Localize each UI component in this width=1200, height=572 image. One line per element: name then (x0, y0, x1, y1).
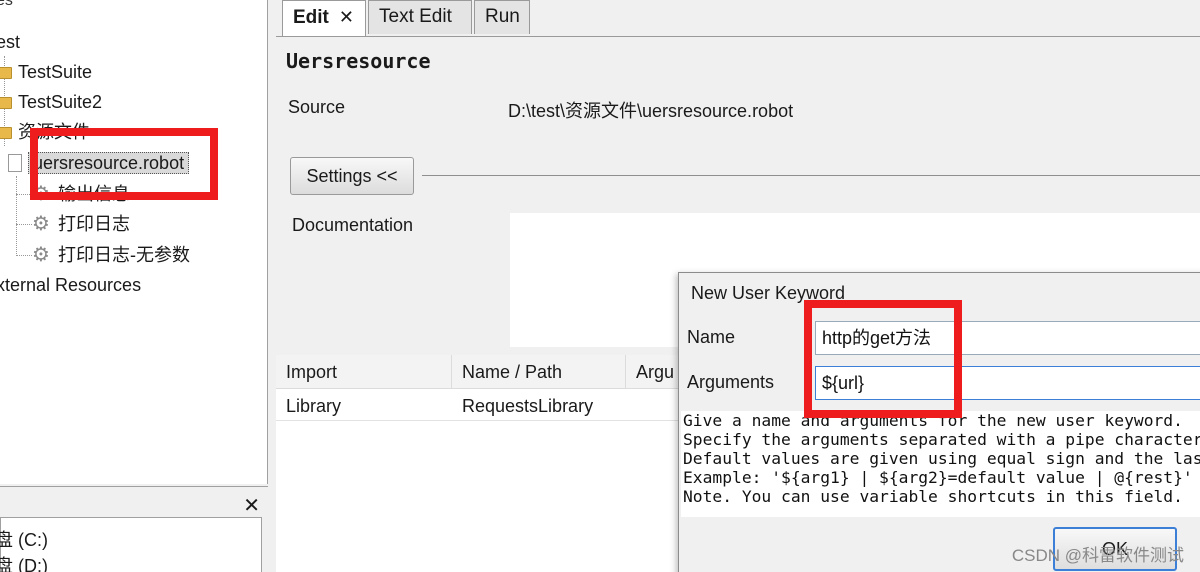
gear-icon: ⚙ (32, 244, 50, 266)
tree-item-label: 打印日志-无参数 (58, 245, 190, 265)
file-explorer-panel: ✕ 盘 (C:) 盘 (D:) (0, 486, 268, 572)
arguments-label: Arguments (687, 372, 775, 392)
drive-list: 盘 (C:) 盘 (D:) (0, 517, 262, 572)
close-icon[interactable]: ✕ (243, 493, 260, 518)
help-text: Give a name and arguments for the new us… (681, 411, 1200, 517)
folder-icon (0, 67, 12, 79)
source-label: Source (288, 97, 346, 117)
tree-header: es (0, 0, 13, 9)
tree-item-testsuite[interactable]: TestSuite (0, 59, 92, 85)
tree-item-project[interactable]: est (0, 29, 20, 55)
help-line: Note. You can use variable shortcuts in … (683, 487, 1183, 506)
tree-item-keyword-print-log-no-args[interactable]: ⚙ 打印日志-无参数 (32, 242, 190, 268)
tree-connector (16, 255, 32, 256)
tree-item-label: est (0, 32, 21, 52)
documentation-label: Documentation (292, 215, 414, 235)
file-icon (8, 154, 22, 172)
drive-item-d[interactable]: 盘 (D:) (0, 552, 48, 572)
watermark: CSDN @科雷软件测试 (1011, 546, 1184, 565)
column-header-import: Import (276, 355, 452, 389)
folder-icon (0, 97, 12, 109)
tree-item-keyword-print-log[interactable]: ⚙ 打印日志 (32, 211, 130, 237)
close-icon[interactable]: ✕ (339, 7, 354, 27)
name-label: Name (687, 327, 736, 347)
tree-item-testsuite2[interactable]: TestSuite2 (0, 89, 102, 115)
tab-run[interactable]: Run (474, 0, 530, 34)
tree-item-label: xternal Resources (0, 275, 142, 295)
tab-label: Run (485, 6, 520, 27)
tab-label: Text Edit (379, 6, 452, 27)
tree-connector (16, 176, 17, 256)
highlight-box (804, 300, 962, 418)
column-header-name-path: Name / Path (452, 355, 626, 389)
drive-item-c[interactable]: 盘 (C:) (0, 526, 48, 552)
tree-item-label: TestSuite2 (18, 92, 103, 112)
page-title: Uersresource (286, 49, 431, 73)
resource-tree-panel: es est TestSuite TestSuite2 资源文件 uersres… (0, 0, 268, 484)
table-cell-import[interactable]: Library (276, 393, 341, 419)
divider (422, 175, 1200, 176)
gear-icon: ⚙ (32, 213, 50, 235)
folder-icon (0, 127, 12, 139)
help-line: Specify the arguments separated with a p… (683, 430, 1200, 449)
help-line: Example: '${arg1} | ${arg2}=default valu… (683, 468, 1193, 487)
tree-connector (16, 224, 32, 225)
tree-item-label: TestSuite (18, 62, 93, 82)
table-cell-name[interactable]: RequestsLibrary (452, 393, 593, 419)
tree-item-external-resources[interactable]: xternal Resources (0, 272, 141, 298)
source-value: D:\test\资源文件\uersresource.robot (508, 101, 794, 121)
help-line: Default values are given using equal sig… (683, 449, 1200, 468)
settings-toggle-button[interactable]: Settings << (290, 157, 414, 195)
tab-text-edit[interactable]: Text Edit (368, 0, 472, 34)
tab-edit[interactable]: Edit ✕ (282, 0, 366, 36)
highlight-box (30, 128, 218, 200)
tab-label: Edit (293, 7, 329, 28)
tree-item-label: 打印日志 (58, 214, 130, 234)
